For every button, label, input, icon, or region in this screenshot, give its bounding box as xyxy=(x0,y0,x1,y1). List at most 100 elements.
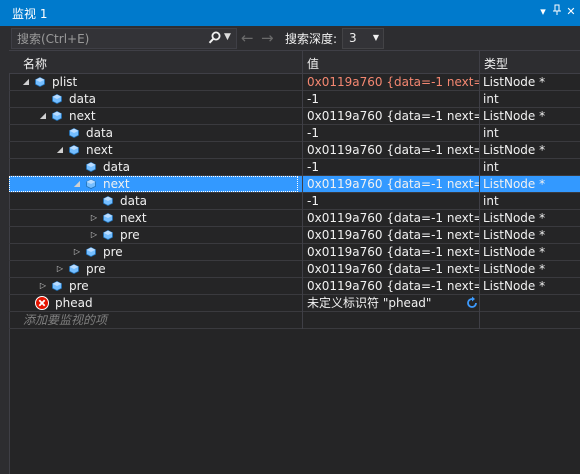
type-cell: int xyxy=(483,160,499,174)
pin-icon[interactable] xyxy=(550,4,564,20)
name-cell[interactable]: ◢ next xyxy=(9,142,298,158)
value-cell[interactable]: 0x0119a760 {data=-1 next=0x0... xyxy=(306,108,479,124)
dropdown-menu-icon[interactable]: ▾ xyxy=(536,4,550,20)
field-icon xyxy=(52,94,62,104)
type-cell: ListNode * xyxy=(483,279,546,293)
add-watch-placeholder[interactable]: 添加要监视的项 xyxy=(23,312,107,328)
value-cell[interactable]: -1 xyxy=(306,91,479,107)
variable-name: data xyxy=(120,194,148,208)
search-depth-select[interactable]: 3 ▼ xyxy=(342,28,384,49)
value-cell[interactable]: 0x0119a760 {data=-1 next=0x0... xyxy=(306,244,479,260)
watch-row[interactable]: data -1 int xyxy=(9,125,580,142)
name-cell[interactable]: data xyxy=(9,159,298,175)
field-icon xyxy=(86,179,96,189)
variable-name: data xyxy=(86,126,114,140)
watch-row[interactable]: data -1 int xyxy=(9,91,580,108)
field-icon xyxy=(103,213,113,223)
search-back-button[interactable]: ← xyxy=(241,29,254,47)
expand-arrow-icon[interactable]: ▷ xyxy=(38,278,48,294)
variable-name: pre xyxy=(69,279,89,293)
watch-row[interactable]: ▷ pre 0x0119a760 {data=-1 next=0x0... ListN… xyxy=(9,278,580,295)
value-cell[interactable]: 0x0119a760 {data=-1 next=0x0... xyxy=(306,176,479,192)
field-icon xyxy=(69,145,79,155)
name-cell[interactable]: ▷ pre xyxy=(9,261,298,277)
variable-name: next xyxy=(103,177,130,191)
expand-arrow-icon[interactable]: ▷ xyxy=(55,261,65,277)
watch-toolbar: ▼ ← → 搜索深度: 3 ▼ xyxy=(9,26,580,51)
field-icon xyxy=(69,128,79,138)
name-cell[interactable]: data xyxy=(9,91,298,107)
expand-arrow-icon[interactable]: ▷ xyxy=(72,244,82,260)
field-icon xyxy=(52,111,62,121)
name-cell[interactable]: ◢ next xyxy=(9,176,298,192)
field-icon xyxy=(103,196,113,206)
value-cell[interactable]: 未定义标识符 "phead" xyxy=(306,295,479,311)
value-cell[interactable]: 0x0119a760 {data=-1 next=0x0... xyxy=(306,210,479,226)
close-icon[interactable]: ✕ xyxy=(564,4,578,20)
name-cell[interactable]: ◢ plist xyxy=(9,74,298,90)
watch-row[interactable]: ▷ pre 0x0119a760 {data=-1 next=0x0... ListN… xyxy=(9,244,580,261)
search-options-caret-icon[interactable]: ▼ xyxy=(224,32,231,42)
watch-row[interactable]: ▷ pre 0x0119a760 {data=-1 next=0x0... ListN… xyxy=(9,227,580,244)
watch-row[interactable]: phead 未定义标识符 "phead" xyxy=(9,295,580,312)
object-icon xyxy=(35,77,45,87)
title-bar: 监视 1 ▾ ✕ xyxy=(0,0,580,26)
variable-name: pre xyxy=(86,262,106,276)
add-watch-row[interactable]: 添加要监视的项 xyxy=(9,312,580,329)
refresh-icon[interactable] xyxy=(466,296,478,309)
collapse-arrow-icon[interactable]: ◢ xyxy=(55,142,65,158)
search-forward-button[interactable]: → xyxy=(261,29,274,47)
watch-row[interactable]: ◢ next 0x0119a760 {data=-1 next=0x0... List… xyxy=(9,176,580,193)
type-cell: ListNode * xyxy=(483,228,546,242)
type-cell: ListNode * xyxy=(483,177,546,191)
watch-row[interactable]: ◢ plist 0x0119a760 {data=-1 next=0x0... Lis… xyxy=(9,74,580,91)
column-header-name[interactable]: 名称 xyxy=(23,55,47,72)
variable-name: next xyxy=(69,109,96,123)
column-header-value[interactable]: 值 xyxy=(307,55,319,72)
field-icon xyxy=(86,162,96,172)
watch-row[interactable]: ▷ pre 0x0119a760 {data=-1 next=0x0... ListN… xyxy=(9,261,580,278)
collapse-arrow-icon[interactable]: ◢ xyxy=(72,176,82,192)
watch-row[interactable]: data -1 int xyxy=(9,159,580,176)
value-cell[interactable]: 0x0119a760 {data=-1 next=0x0... xyxy=(306,142,479,158)
column-header-type[interactable]: 类型 xyxy=(484,55,508,72)
value-cell[interactable]: 0x0119a760 {data=-1 next=0x0... xyxy=(306,227,479,243)
type-cell xyxy=(483,295,580,311)
name-cell[interactable]: data xyxy=(9,125,298,141)
watch-row[interactable]: data -1 int xyxy=(9,193,580,210)
value-cell[interactable]: 0x0119a760 {data=-1 next=0x0... xyxy=(306,74,479,90)
value-cell[interactable]: -1 xyxy=(306,193,479,209)
value-cell[interactable]: -1 xyxy=(306,125,479,141)
name-cell[interactable]: ▷ pre xyxy=(9,227,298,243)
type-cell: ListNode * xyxy=(483,245,546,259)
watch-rows: ◢ plist 0x0119a760 {data=-1 next=0x0... Lis… xyxy=(9,74,580,312)
name-cell[interactable]: ▷ pre xyxy=(9,244,298,260)
collapse-arrow-icon[interactable]: ◢ xyxy=(38,108,48,124)
watch-row[interactable]: ◢ next 0x0119a760 {data=-1 next=0x0... List… xyxy=(9,108,580,125)
watch-row[interactable]: ▷ next 0x0119a760 {data=-1 next=0x0... List… xyxy=(9,210,580,227)
watch-row[interactable]: ◢ next 0x0119a760 {data=-1 next=0x0... List… xyxy=(9,142,580,159)
expand-arrow-icon[interactable]: ▷ xyxy=(89,227,99,243)
variable-name: next xyxy=(120,211,147,225)
name-cell[interactable]: ◢ next xyxy=(9,108,298,124)
search-icon[interactable] xyxy=(208,31,222,45)
name-cell[interactable]: ▷ pre xyxy=(9,278,298,294)
field-icon xyxy=(103,230,113,240)
field-icon xyxy=(52,281,62,291)
error-icon xyxy=(35,296,49,310)
variable-name: plist xyxy=(52,75,78,89)
name-cell[interactable]: ▷ next xyxy=(9,210,298,226)
name-cell[interactable]: data xyxy=(9,193,298,209)
value-cell[interactable]: -1 xyxy=(306,159,479,175)
name-cell[interactable]: phead xyxy=(9,295,298,311)
type-cell: int xyxy=(483,126,499,140)
collapse-arrow-icon[interactable]: ◢ xyxy=(21,74,31,90)
variable-name: pre xyxy=(103,245,123,259)
search-input[interactable] xyxy=(15,30,204,48)
value-cell[interactable]: 0x0119a760 {data=-1 next=0x0... xyxy=(306,261,479,277)
variable-name: pre xyxy=(120,228,140,242)
variable-name: data xyxy=(69,92,97,106)
expand-arrow-icon[interactable]: ▷ xyxy=(89,210,99,226)
type-cell: ListNode * xyxy=(483,143,546,157)
value-cell[interactable]: 0x0119a760 {data=-1 next=0x0... xyxy=(306,278,479,294)
